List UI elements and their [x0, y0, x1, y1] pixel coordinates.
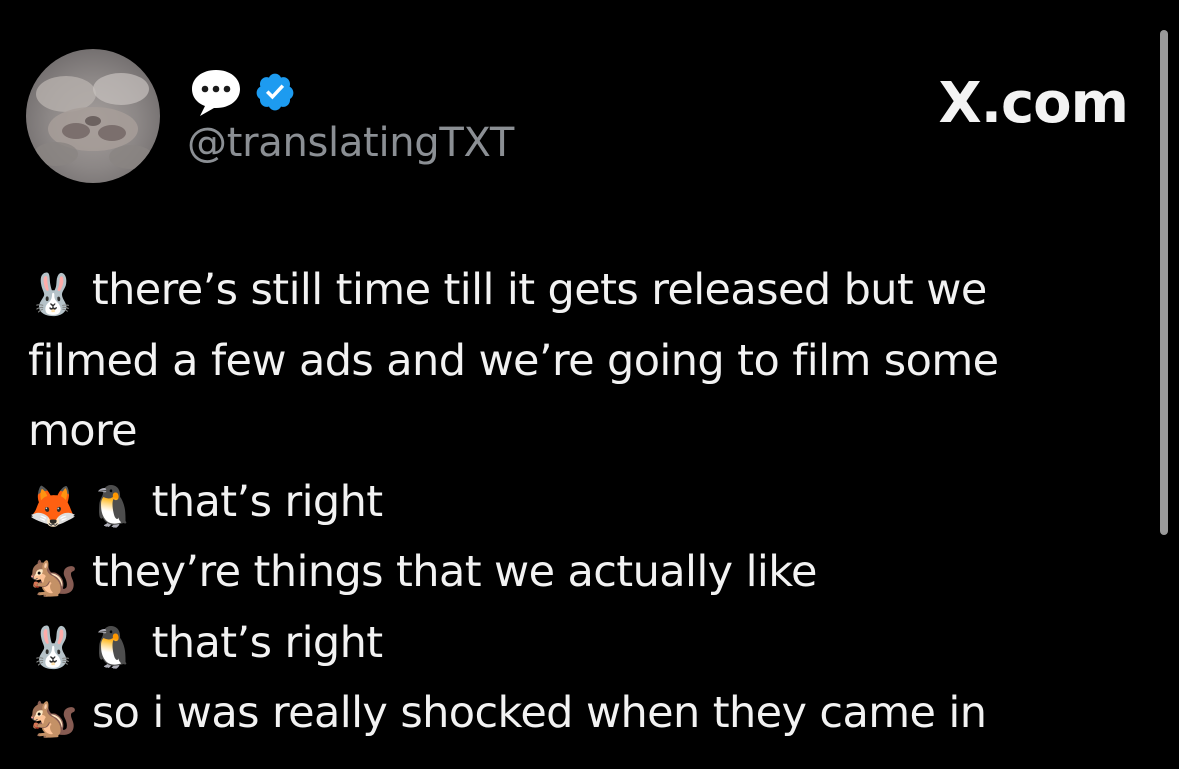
text-line: 🐰 🐧 that’s right [28, 608, 1128, 679]
line-text: that’s right [151, 617, 384, 668]
chipmunk-icon: 🐿️ [28, 695, 78, 741]
text-line: more [28, 396, 1128, 467]
scrollbar[interactable] [1160, 30, 1168, 535]
user-handle[interactable]: @translatingTXT [187, 121, 514, 165]
rabbit-face-icon: 🐰 [28, 272, 78, 318]
avatar[interactable] [26, 49, 160, 183]
text-line: 🦊 🐧 that’s right [28, 467, 1128, 538]
site-label: X.com [938, 71, 1129, 136]
text-line: 🐰 there’s still time till it gets release… [28, 255, 1128, 326]
speech-balloon-icon [188, 64, 244, 120]
text-line: filmed a few ads and we’re going to film… [28, 326, 1128, 397]
penguin-icon: 🐧 [87, 624, 138, 671]
display-name[interactable] [188, 64, 296, 120]
chipmunk-icon: 🐿️ [28, 554, 78, 600]
line-text: they’re things that we actually like [91, 547, 818, 597]
line-text: filmed a few ads and we’re going to film… [28, 335, 999, 386]
verified-badge-icon [254, 71, 296, 113]
line-text: so i was really shocked when they came i… [91, 688, 987, 738]
rabbit-face-icon: 🐰 [28, 624, 78, 671]
line-text: that’s right [151, 476, 384, 527]
fox-face-icon: 🦊 [28, 483, 78, 530]
tweet-text: 🐰 there’s still time till it gets release… [28, 255, 1128, 749]
tweet-card: @translatingTXT X.com 🐰 there’s still tim… [0, 0, 1179, 769]
line-text: there’s still time till it gets released… [91, 265, 987, 315]
text-line: 🐿️ they’re things that we actually like [28, 537, 1128, 608]
penguin-icon: 🐧 [87, 483, 138, 530]
line-text: more [28, 406, 138, 456]
text-line: 🐿️ so i was really shocked when they came… [28, 678, 1128, 749]
